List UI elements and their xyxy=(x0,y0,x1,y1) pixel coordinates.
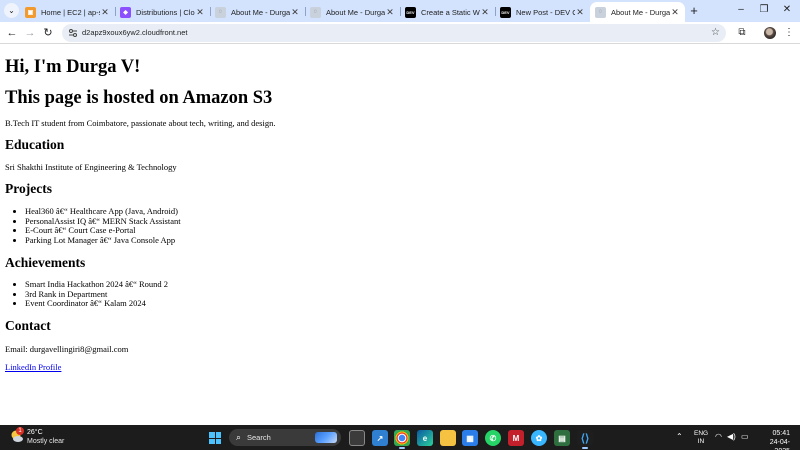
tab-title: About Me - Durga V xyxy=(326,7,385,17)
browser-toolbar: ← → ↻ d2apz9xoux6yw2.cloudfront.net ☆ ⧉ … xyxy=(0,22,800,44)
search-icon: ⌕ xyxy=(236,432,242,442)
weather-alert-badge: 1 xyxy=(16,427,24,435)
linkedin-paragraph: LinkedIn Profile xyxy=(5,362,61,372)
clock-time: 05:41 xyxy=(772,430,790,437)
whatsapp-icon[interactable]: ✆ xyxy=(485,430,501,446)
calculator-app-icon[interactable]: ▤ xyxy=(554,430,570,446)
minimize-icon[interactable]: – xyxy=(734,3,748,17)
battery-icon[interactable]: ▭ xyxy=(741,432,749,441)
contact-heading: Contact xyxy=(5,318,51,333)
windows-start-icon[interactable] xyxy=(209,432,221,444)
close-icon[interactable]: ✕ xyxy=(575,7,585,18)
education-text: Sri Shakthi Institute of Engineering & T… xyxy=(5,162,177,172)
dev-favicon-icon: DEV xyxy=(500,6,511,18)
aws-ec2-favicon-icon: ▣ xyxy=(25,6,36,18)
achievements-list: Smart India Hackathon 2024 â€“ Round 2 3… xyxy=(25,279,168,309)
microsoft-store-icon[interactable]: ▦ xyxy=(462,430,478,446)
forward-arrow-icon[interactable]: → xyxy=(22,25,38,41)
globe-favicon-icon: ◌ xyxy=(595,6,606,18)
file-explorer-icon[interactable] xyxy=(440,430,456,446)
browser-menu-icon[interactable]: ⋮ xyxy=(782,26,796,40)
task-view-icon[interactable] xyxy=(349,430,365,446)
url-text: d2apz9xoux6yw2.cloudfront.net xyxy=(82,28,188,37)
page-heading: Hi, I'm Durga V! xyxy=(5,57,141,77)
system-clock[interactable]: 05:41 24-04-2025 xyxy=(757,429,790,450)
windows-taskbar: 1 26°C Mostly clear ⌕ Search ↗ e ▦ ✆ M ✿… xyxy=(0,425,800,450)
mcafee-icon[interactable]: M xyxy=(508,430,524,446)
close-icon[interactable]: ✕ xyxy=(385,7,395,18)
contact-email: Email: durgavellingiri8@gmail.com xyxy=(5,344,129,354)
close-icon[interactable]: ✕ xyxy=(195,7,205,18)
profile-avatar[interactable] xyxy=(764,27,776,39)
tab-search-dropdown-icon[interactable]: ⌄ xyxy=(4,3,19,18)
close-icon[interactable]: ✕ xyxy=(670,7,680,18)
close-icon[interactable]: ✕ xyxy=(480,7,490,18)
back-arrow-icon[interactable]: ← xyxy=(4,25,20,41)
show-hidden-icons-chevron-icon[interactable]: ⌃ xyxy=(676,432,683,441)
search-highlight-image xyxy=(315,432,337,443)
language-indicator[interactable]: ENG IN xyxy=(694,430,708,446)
copilot-icon[interactable]: ✿ xyxy=(531,430,547,446)
tab-about-me-active[interactable]: ◌ About Me - Durga V ✕ xyxy=(590,2,685,22)
globe-favicon-icon: ◌ xyxy=(310,6,321,18)
site-settings-icon[interactable] xyxy=(67,27,79,39)
address-bar[interactable]: d2apz9xoux6yw2.cloudfront.net ☆ xyxy=(62,24,726,42)
taskbar-search-box[interactable]: ⌕ Search xyxy=(229,429,341,446)
bookmark-star-icon[interactable]: ☆ xyxy=(711,26,720,40)
chrome-icon[interactable] xyxy=(394,430,410,449)
weather-temperature[interactable]: 26°C xyxy=(27,429,43,436)
reload-icon[interactable]: ↻ xyxy=(40,25,56,41)
aws-cloudfront-favicon-icon: ◆ xyxy=(120,6,131,18)
tab-dev-create-static-website[interactable]: DEV Create a Static Website ✕ xyxy=(400,2,495,22)
extensions-puzzle-icon[interactable]: ⧉ xyxy=(735,26,749,40)
wifi-icon[interactable]: ◠ xyxy=(715,432,722,441)
volume-icon[interactable]: ◀) xyxy=(727,432,736,441)
window-close-icon[interactable]: ✕ xyxy=(780,3,794,17)
tab-title: New Post - DEV Community xyxy=(516,7,575,17)
stocks-widget-icon[interactable]: ↗ xyxy=(372,430,388,446)
language-code: ENG xyxy=(694,430,709,437)
list-item: Event Coordinator â€“ Kalam 2024 xyxy=(25,298,168,309)
region-code: IN xyxy=(697,438,705,445)
restore-icon[interactable]: ❐ xyxy=(757,3,771,17)
close-icon[interactable]: ✕ xyxy=(100,7,110,18)
tab-title: About Me - Durga V xyxy=(611,7,670,17)
close-icon[interactable]: ✕ xyxy=(290,7,300,18)
vscode-icon[interactable]: ⟨⟩ xyxy=(577,430,593,449)
tab-strip: ⌄ ▣ Home | EC2 | ap-south-1 ✕ ◆ Distribu… xyxy=(0,0,800,22)
tab-ec2[interactable]: ▣ Home | EC2 | ap-south-1 ✕ xyxy=(20,2,115,22)
new-tab-plus-icon[interactable]: + xyxy=(688,4,700,18)
list-item: Parking Lot Manager â€“ Java Console App xyxy=(25,235,181,246)
tab-cloudfront[interactable]: ◆ Distributions | CloudFront ✕ xyxy=(115,2,210,22)
page-subheading: This page is hosted on Amazon S3 xyxy=(5,88,273,108)
tab-dev-new-post[interactable]: DEV New Post - DEV Community ✕ xyxy=(495,2,590,22)
clock-date: 24-04-2025 xyxy=(769,439,790,450)
tab-title: Distributions | CloudFront xyxy=(136,7,195,17)
page-content: Hi, I'm Durga V! This page is hosted on … xyxy=(0,45,800,425)
achievements-heading: Achievements xyxy=(5,255,86,270)
linkedin-profile-link[interactable]: LinkedIn Profile xyxy=(5,362,61,372)
edge-icon[interactable]: e xyxy=(417,430,433,446)
tab-title: Create a Static Website xyxy=(421,7,480,17)
tab-about-me-2[interactable]: ◌ About Me - Durga V ✕ xyxy=(305,2,400,22)
tab-title: About Me - Durga V xyxy=(231,7,290,17)
search-label: Search xyxy=(247,433,271,442)
projects-list: Heal360 â€“ Healthcare App (Java, Androi… xyxy=(25,206,181,246)
intro-text: B.Tech IT student from Coimbatore, passi… xyxy=(5,118,276,128)
weather-condition[interactable]: Mostly clear xyxy=(27,438,64,445)
tab-about-me-1[interactable]: ◌ About Me - Durga V ✕ xyxy=(210,2,305,22)
dev-favicon-icon: DEV xyxy=(405,6,416,18)
education-heading: Education xyxy=(5,137,65,152)
tab-title: Home | EC2 | ap-south-1 xyxy=(41,7,100,17)
projects-heading: Projects xyxy=(5,181,52,196)
globe-favicon-icon: ◌ xyxy=(215,6,226,18)
